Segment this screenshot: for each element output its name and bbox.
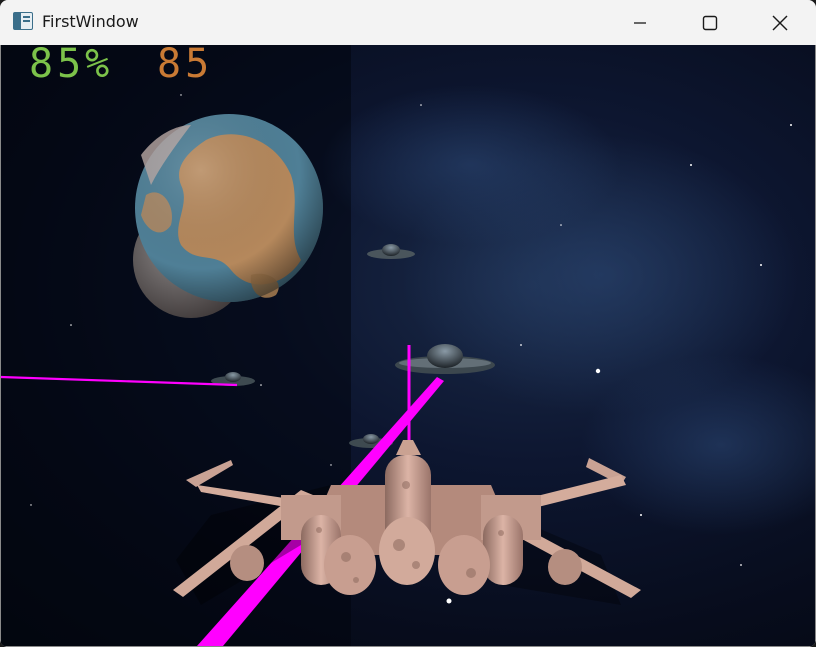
hud-shield-percent: 85%	[29, 45, 114, 87]
maximize-button[interactable]	[675, 0, 745, 45]
title-bar[interactable]: FirstWindow	[0, 0, 816, 45]
game-scene	[1, 85, 815, 646]
app-window-icon	[13, 12, 33, 30]
app-window: FirstWindow 85% 85	[0, 0, 816, 647]
close-icon	[772, 15, 788, 30]
close-button[interactable]	[745, 0, 815, 45]
window-title: FirstWindow	[42, 12, 139, 31]
hud-score: 85	[157, 45, 214, 87]
minimize-button[interactable]	[605, 0, 675, 45]
planet	[135, 114, 323, 302]
maximize-icon	[702, 15, 718, 30]
game-viewport[interactable]: 85% 85	[1, 45, 815, 646]
player-spaceship	[173, 440, 641, 605]
minimize-icon	[634, 21, 646, 24]
